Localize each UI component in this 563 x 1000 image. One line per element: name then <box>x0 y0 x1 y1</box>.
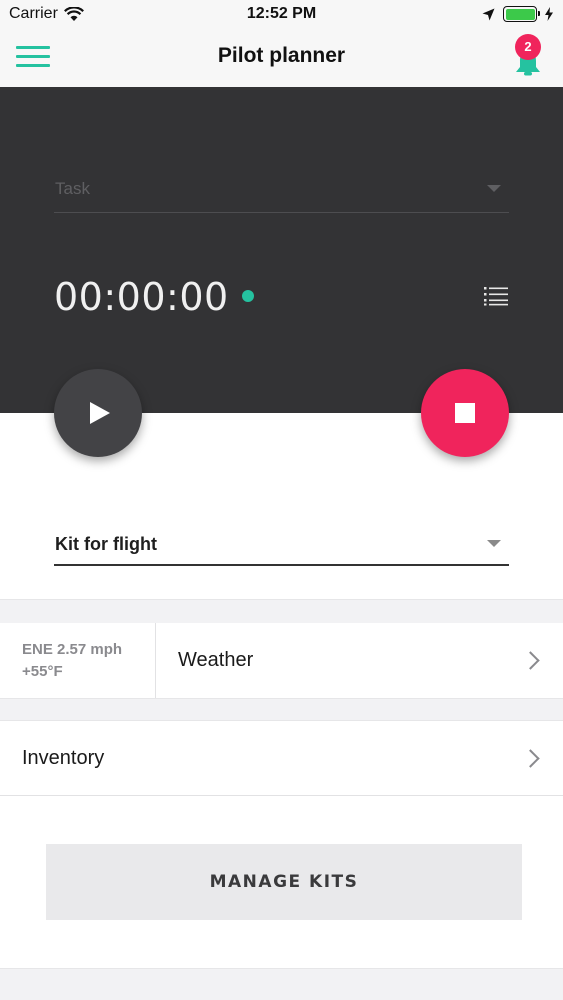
list-icon <box>484 287 508 306</box>
status-time: 12:52 PM <box>246 5 317 22</box>
charging-bolt-icon <box>545 7 553 21</box>
kit-selected-value: Kit for flight <box>55 534 157 554</box>
stop-button[interactable] <box>421 369 509 457</box>
task-list-button[interactable] <box>484 286 508 306</box>
timer-display: 00:00:00 <box>54 275 229 319</box>
dropdown-caret-icon <box>487 185 501 192</box>
task-placeholder: Task <box>55 179 90 198</box>
dropdown-caret-icon <box>487 540 501 547</box>
weather-row[interactable]: ENE 2.57 mph +55°F Weather <box>0 623 563 698</box>
manage-kits-button[interactable]: MANAGE KITS <box>46 844 522 920</box>
stop-icon <box>455 403 475 423</box>
kit-select[interactable]: Kit for flight <box>54 524 509 566</box>
weather-summary: ENE 2.57 mph +55°F <box>0 623 156 698</box>
play-button[interactable] <box>54 369 142 457</box>
inventory-label: Inventory <box>22 747 105 769</box>
weather-label: Weather <box>178 649 254 671</box>
section-divider <box>0 599 563 624</box>
footer-area <box>0 968 563 1000</box>
chevron-right-icon <box>521 651 540 670</box>
play-icon <box>90 402 110 424</box>
task-select[interactable]: Task <box>54 173 509 213</box>
inventory-row[interactable]: Inventory <box>0 721 563 796</box>
timer-panel: Task 00:00:00 <box>0 87 563 413</box>
location-arrow-icon <box>482 8 495 20</box>
notifications-button[interactable]: 2 <box>510 34 546 78</box>
status-bar: Carrier 12:52 PM <box>0 0 563 30</box>
temperature-value: +55°F <box>22 663 63 680</box>
status-dot-icon <box>242 290 254 302</box>
battery-icon <box>503 6 540 22</box>
status-right <box>482 6 553 22</box>
chevron-right-icon <box>521 749 540 768</box>
wind-value: ENE 2.57 mph <box>22 641 123 658</box>
notification-badge: 2 <box>515 34 541 60</box>
navigation-bar: Pilot planner 2 <box>0 30 563 87</box>
page-title: Pilot planner <box>217 44 346 67</box>
section-divider <box>0 698 563 721</box>
battery-level <box>505 8 535 20</box>
